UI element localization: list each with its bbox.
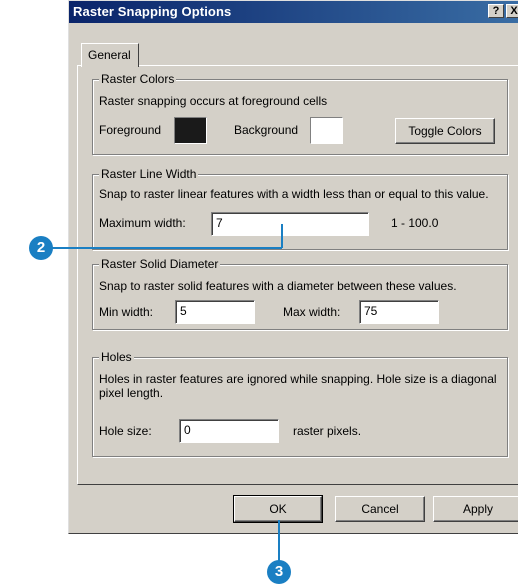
title-bar: Raster Snapping Options ? X: [69, 1, 518, 23]
holes-description: Holes in raster features are ignored whi…: [99, 372, 497, 400]
max-width-input[interactable]: 75: [359, 300, 439, 324]
line-width-description: Snap to raster linear features with a wi…: [99, 187, 489, 201]
width-range-label: 1 - 100.0: [391, 216, 439, 230]
raster-snapping-dialog: Raster Snapping Options ? X General Rast…: [68, 0, 518, 534]
close-button[interactable]: X: [506, 4, 518, 18]
holes-group: Holes Holes in raster features are ignor…: [92, 350, 508, 457]
background-label: Background: [234, 123, 299, 137]
raster-colors-description: Raster snapping occurs at foreground cel…: [99, 94, 328, 108]
max-width-label: Max width:: [283, 305, 341, 319]
min-width-input[interactable]: 5: [175, 300, 255, 324]
solid-diameter-description: Snap to raster solid features with a dia…: [99, 279, 457, 293]
tab-general[interactable]: General: [81, 43, 139, 67]
raster-solid-diameter-group: Raster Solid Diameter Snap to raster sol…: [92, 257, 508, 330]
holes-legend: Holes: [99, 350, 134, 364]
hole-size-unit-label: raster pixels.: [293, 424, 362, 438]
callout-badge-2: 2: [29, 236, 53, 260]
cancel-button[interactable]: Cancel: [335, 496, 425, 522]
help-button[interactable]: ?: [488, 4, 504, 18]
ok-button[interactable]: OK: [233, 495, 323, 523]
raster-colors-legend: Raster Colors: [99, 72, 177, 86]
window-title: Raster Snapping Options: [73, 4, 232, 19]
general-tab-panel: Raster Colors Raster snapping occurs at …: [77, 65, 518, 485]
maximum-width-input[interactable]: 7: [211, 212, 369, 236]
maximum-width-label: Maximum width:: [99, 216, 186, 230]
hole-size-label: Hole size:: [99, 424, 152, 438]
raster-colors-group: Raster Colors Raster snapping occurs at …: [92, 72, 508, 155]
raster-line-width-group: Raster Line Width Snap to raster linear …: [92, 167, 508, 250]
background-color-swatch[interactable]: [310, 117, 343, 144]
raster-solid-diameter-legend: Raster Solid Diameter: [99, 257, 221, 271]
raster-line-width-legend: Raster Line Width: [99, 167, 199, 181]
hole-size-input[interactable]: 0: [179, 419, 279, 443]
callout-badge-3: 3: [267, 560, 291, 584]
foreground-label: Foreground: [99, 123, 162, 137]
apply-button[interactable]: Apply: [433, 496, 518, 522]
foreground-color-swatch[interactable]: [174, 117, 207, 144]
toggle-colors-button[interactable]: Toggle Colors: [395, 118, 495, 144]
min-width-label: Min width:: [99, 305, 154, 319]
